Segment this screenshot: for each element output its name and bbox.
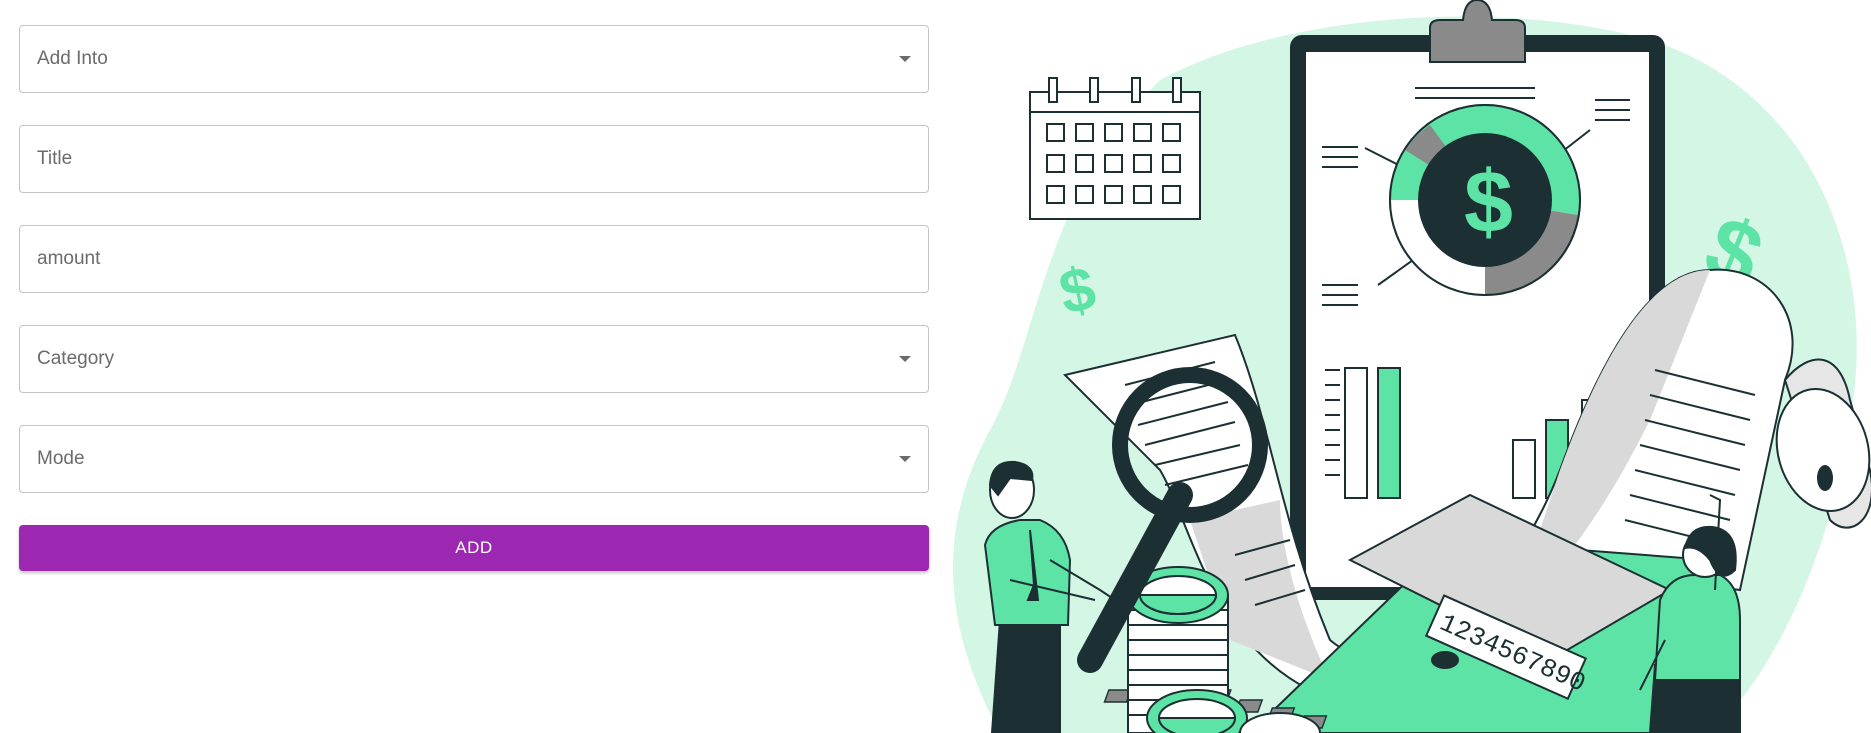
add-into-select[interactable]: Add Into — [19, 25, 929, 93]
title-placeholder: Title — [37, 148, 73, 169]
mode-label: Mode — [37, 448, 85, 469]
dropdown-arrow-icon — [899, 456, 911, 462]
amount-input[interactable]: amount — [19, 225, 929, 293]
category-label: Category — [37, 348, 115, 369]
add-into-label: Add Into — [37, 48, 108, 69]
category-select[interactable]: Category — [19, 325, 929, 393]
add-button[interactable]: ADD — [19, 525, 929, 571]
add-entry-form: Add Into Title amount Category Mode ADD — [19, 25, 929, 571]
calendar-icon — [1029, 77, 1201, 220]
amount-placeholder: amount — [37, 248, 101, 269]
dropdown-arrow-icon — [899, 56, 911, 62]
dropdown-arrow-icon — [899, 356, 911, 362]
finance-illustration: $ $ $ 1234567890 — [952, 0, 1871, 733]
title-input[interactable]: Title — [19, 125, 929, 193]
mode-select[interactable]: Mode — [19, 425, 929, 493]
dollar-sign-icon: $ — [1464, 152, 1513, 251]
